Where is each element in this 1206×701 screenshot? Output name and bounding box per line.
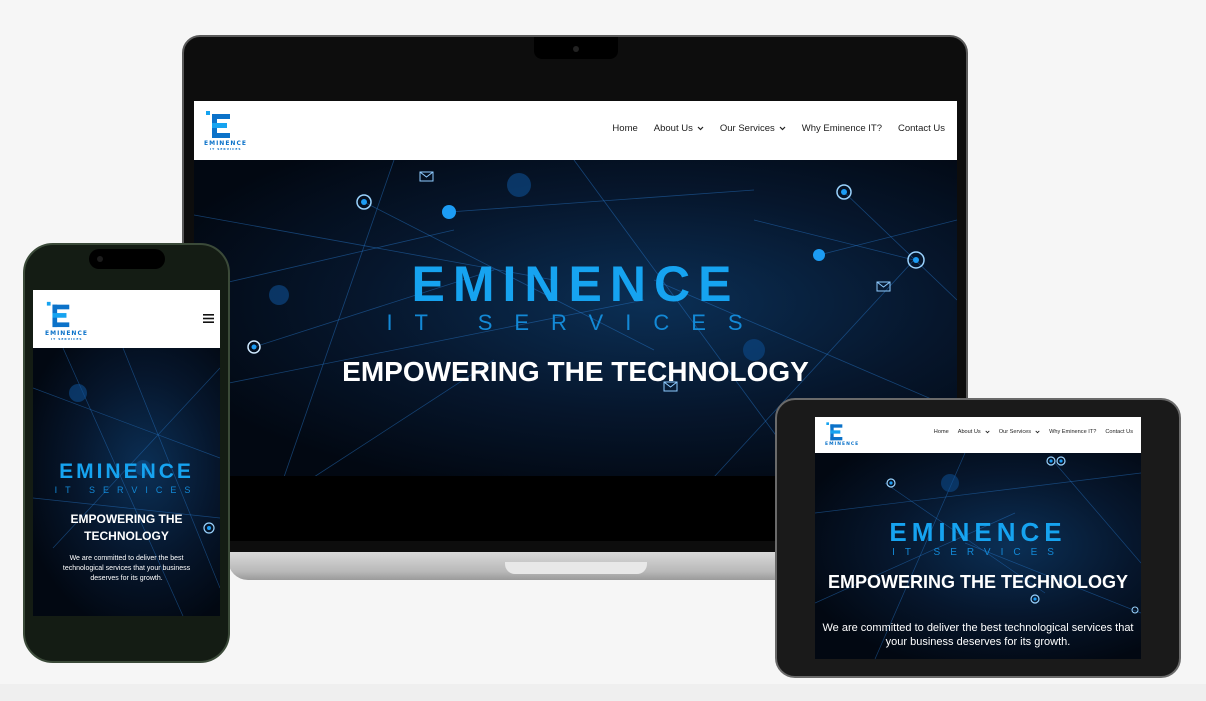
nav-item-why-eminence[interactable]: Why Eminence IT? bbox=[802, 123, 882, 134]
hamburger-icon[interactable] bbox=[203, 314, 214, 323]
nav-item-label: Home bbox=[933, 429, 949, 435]
site-logo[interactable]: EMINENCE bbox=[825, 421, 858, 451]
nav-item-about-us[interactable]: About Us bbox=[654, 123, 704, 134]
nav-item-label: Contact Us bbox=[1105, 429, 1133, 435]
floor-shadow bbox=[0, 684, 1206, 701]
nav-item-label: Our Services bbox=[998, 429, 1032, 435]
site-logo[interactable]: EMINENCE IT SERVICES bbox=[204, 109, 247, 151]
hero-section: EMINENCE IT SERVICES EMPOWERING THE TECH… bbox=[815, 453, 1141, 659]
tablet-screen: EMINENCE Home About Us Our Services Why … bbox=[815, 417, 1141, 659]
logo-text: EMINENCE bbox=[204, 140, 247, 147]
nav-item-about-us[interactable]: About Us bbox=[958, 429, 990, 435]
hero-brand-tagline: IT SERVICES bbox=[386, 310, 765, 335]
logo-text: EMINENCE bbox=[825, 442, 860, 447]
nav-item-home[interactable]: Home bbox=[934, 429, 949, 435]
phone-screen: EMINENCE IT SERVICES EMINENCE IT SERVICE… bbox=[33, 290, 220, 616]
hero-brand-name: EMINENCE bbox=[411, 256, 740, 312]
nav-item-label: Contact Us bbox=[898, 123, 945, 134]
hero-section: EMINENCE IT SERVICES EMPOWERING THE TECH… bbox=[33, 348, 220, 616]
hero-brand-name: EMINENCE bbox=[889, 517, 1067, 547]
nav-item-label: Home bbox=[612, 123, 638, 134]
hero-heading: EMPOWERING THE TECHNOLOGY bbox=[827, 572, 1128, 592]
logo-text: EMINENCE bbox=[45, 330, 88, 337]
nav-item-our-services[interactable]: Our Services bbox=[999, 429, 1040, 435]
nav-item-label: About Us bbox=[653, 123, 693, 134]
logo-e-icon bbox=[206, 111, 230, 138]
logo-subtext: IT SERVICES bbox=[210, 147, 242, 151]
chevron-down-icon bbox=[985, 430, 990, 434]
logo-e-icon bbox=[826, 422, 843, 441]
main-nav: Home About Us Our Services Why Eminence … bbox=[934, 429, 1133, 435]
nav-item-contact-us[interactable]: Contact Us bbox=[1105, 429, 1133, 435]
site-header: EMINENCE Home About Us Our Services Why … bbox=[815, 417, 1141, 453]
nav-item-why-eminence[interactable]: Why Eminence IT? bbox=[1049, 429, 1096, 435]
logo-subtext: IT SERVICES bbox=[51, 337, 83, 341]
main-nav: Home About Us Our Services Why Eminence … bbox=[612, 123, 945, 134]
chevron-down-icon bbox=[697, 126, 704, 131]
nav-item-home[interactable]: Home bbox=[612, 123, 637, 134]
logo-e-icon bbox=[46, 301, 70, 328]
hero-brand-name: EMINENCE bbox=[59, 460, 194, 483]
nav-item-contact-us[interactable]: Contact Us bbox=[898, 123, 945, 134]
camera-icon bbox=[573, 46, 579, 52]
site-header: EMINENCE IT SERVICES bbox=[33, 290, 220, 348]
site-header: EMINENCE IT SERVICES Home About Us Our S… bbox=[194, 101, 957, 160]
hero-heading: EMPOWERING THE TECHNOLOGY bbox=[342, 356, 809, 387]
chevron-down-icon bbox=[1035, 430, 1040, 434]
nav-item-label: Our Services bbox=[719, 123, 775, 134]
hero-description: We are committed to deliver the best tec… bbox=[62, 555, 191, 582]
nav-item-label: Why Eminence IT? bbox=[1049, 429, 1097, 435]
hero-brand-tagline: IT SERVICES bbox=[892, 547, 1064, 558]
camera-icon bbox=[97, 256, 103, 262]
nav-item-our-services[interactable]: Our Services bbox=[720, 123, 786, 134]
chevron-down-icon bbox=[779, 126, 786, 131]
hero-description: We are committed to deliver the best tec… bbox=[822, 622, 1134, 648]
hero-heading: EMPOWERING THE TECHNOLOGY bbox=[70, 512, 183, 543]
nav-item-label: Why Eminence IT? bbox=[801, 123, 882, 134]
laptop-opening-groove bbox=[505, 562, 647, 574]
site-logo[interactable]: EMINENCE IT SERVICES bbox=[45, 300, 88, 341]
hero-brand-tagline: IT SERVICES bbox=[54, 485, 199, 495]
nav-item-label: About Us bbox=[957, 429, 981, 435]
